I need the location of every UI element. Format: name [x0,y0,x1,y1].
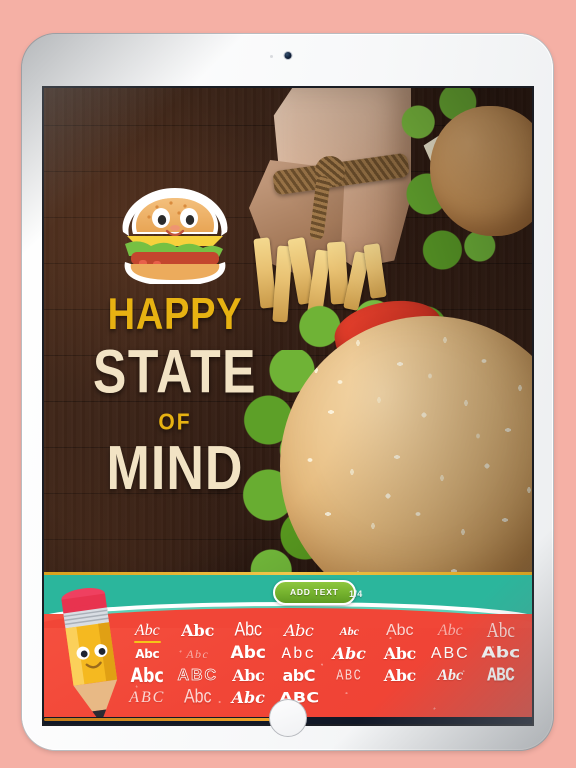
font-sample-12[interactable]: Abc [330,644,369,666]
font-sample-13[interactable]: Abc [381,644,419,666]
font-sample-18[interactable]: Abc [229,666,267,688]
font-sample-24[interactable]: ABC [126,688,168,710]
font-sample-16[interactable]: Abc [128,664,167,691]
poster-text-overlay[interactable]: HAPPY STATE OF MIND [90,174,260,500]
font-sample-22[interactable]: Abc [434,666,466,688]
font-sample-15[interactable]: Abc [478,645,524,665]
page-indicator: 1/4 [349,589,363,599]
poster-line-of: OF [158,409,192,436]
home-button[interactable] [268,699,307,737]
front-camera-icon [284,52,291,59]
font-sample-19[interactable]: abC [279,666,318,688]
pencil-mascot-icon [61,588,118,724]
font-sample-0[interactable]: Abc [132,621,163,643]
poster-line-mind: MIND [106,434,244,504]
poster-line-state: STATE [93,337,257,407]
font-sample-9[interactable]: Abc [183,646,212,664]
font-sample-10[interactable]: Abc [228,643,269,666]
tablet-device-frame: HAPPY STATE OF MIND ADD TEXT 1/4 Abc Abc… [21,33,554,751]
font-sample-grid[interactable]: Abc Abc Abc Abc Abc Abc Abc Abc Abc Abc Abc Abc Abc A… [122,620,526,710]
poster-line-happy: HAPPY [107,290,243,340]
font-sample-3[interactable]: Abc [281,621,316,643]
font-sample-4[interactable]: Abc [337,623,362,641]
font-sample-7[interactable]: Abc [484,617,518,645]
font-sample-23[interactable]: ABC [484,664,517,691]
font-sample-1[interactable]: Abc [178,621,217,643]
font-sample-14[interactable]: ABC [428,644,473,666]
ambient-light-sensor [269,55,273,58]
font-sample-25[interactable]: Abc [181,686,215,713]
font-sample-11[interactable]: Abc [278,644,319,666]
font-sample-2[interactable]: Abc [231,618,265,645]
font-sample-5[interactable]: Abc [383,621,417,643]
font-sample-26[interactable]: Abc [229,688,268,710]
app-screen: HAPPY STATE OF MIND ADD TEXT 1/4 Abc Abc… [44,88,532,724]
font-sample-21[interactable]: Abc [381,666,419,688]
add-text-button[interactable]: ADD TEXT [273,580,356,605]
burger-mascot-icon [122,188,228,284]
font-sample-20[interactable]: ABC [333,666,365,688]
scroll-progress-fill [44,718,279,721]
font-sample-6[interactable]: Abc [435,621,466,643]
font-sample-8[interactable]: Abc [132,646,162,664]
